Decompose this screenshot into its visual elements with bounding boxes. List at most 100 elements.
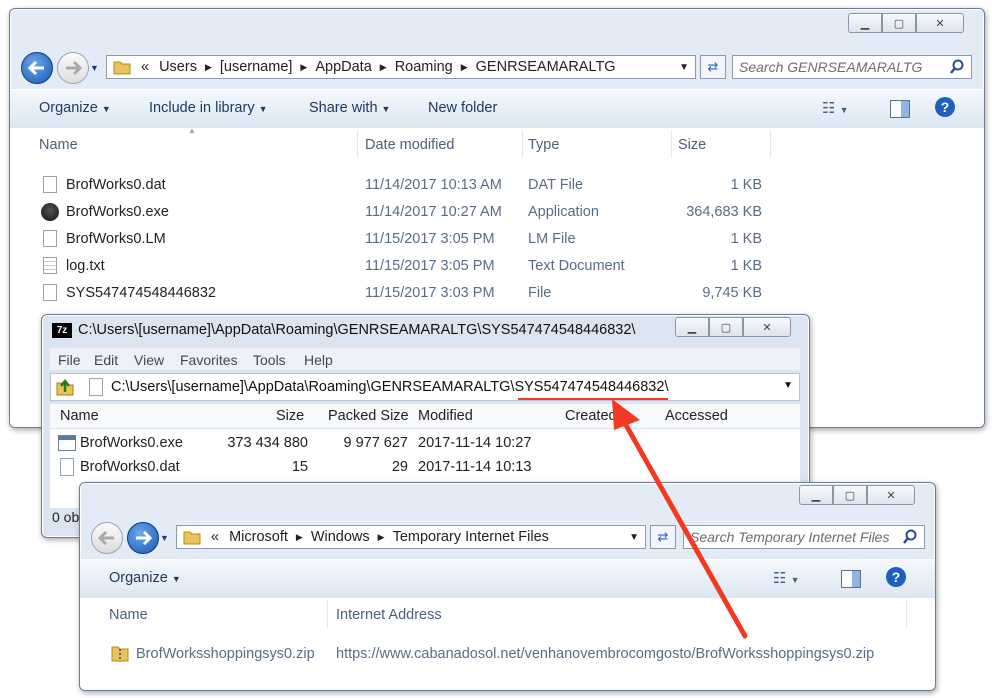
organize-button[interactable]: Organize ▼ [109,570,181,586]
column-divider[interactable] [327,600,328,628]
include-in-library-button[interactable]: Include in library ▼ [149,100,268,116]
archive-file-name: BrofWorks0.exe [80,435,183,451]
forward-button[interactable] [127,522,159,554]
help-icon[interactable]: ? [935,97,955,117]
column-header-name[interactable]: Name [39,137,78,153]
zip-folder-icon [111,646,129,662]
menu-favorites[interactable]: Favorites [180,352,238,368]
column-divider[interactable] [770,130,771,158]
breadcrumb-separator-icon[interactable]: ▶ [461,62,468,73]
minimize-button[interactable]: ▁ [848,13,882,33]
view-options-icon[interactable]: ☷ ▼ [822,99,849,117]
search-placeholder: Search Temporary Internet Files [690,529,890,545]
breadcrumb-separator-icon[interactable]: ▶ [378,532,385,543]
menu-edit[interactable]: Edit [94,352,118,368]
table-row[interactable]: BrofWorks0.dat 11/14/2017 10:13 AM DAT F… [10,172,790,199]
column-divider[interactable] [671,130,672,158]
preview-pane-icon[interactable] [890,100,910,118]
breadcrumb-username[interactable]: [username] [220,59,293,75]
column-header-internet-address[interactable]: Internet Address [336,607,442,623]
help-icon[interactable]: ? [886,567,906,587]
close-button[interactable]: ✕ [867,485,915,505]
breadcrumb-users[interactable]: Users [159,59,197,75]
search-icon [902,529,918,545]
table-row[interactable]: BrofWorksshoppingsys0.zip https://www.ca… [80,640,920,668]
menu-help[interactable]: Help [304,352,333,368]
table-row[interactable]: BrofWorks0.exe 373 434 880 9 977 627 201… [50,432,800,456]
path-prefix: C:\Users\[username]\AppData\Roaming\GENR… [111,379,515,395]
breadcrumb-roaming[interactable]: Roaming [395,59,453,75]
maximize-button[interactable]: ▢ [882,13,916,33]
search-input[interactable]: Search Temporary Internet Files [683,525,925,549]
address-dropdown-icon[interactable]: ▼ [629,532,639,543]
file-icon [89,378,103,396]
minimize-button[interactable]: ▁ [799,485,833,505]
address-bar[interactable]: « Microsoft ▶ Windows ▶ Temporary Internet… [176,525,646,549]
path-suffix: \ [664,379,669,395]
table-row[interactable]: BrofWorks0.LM 11/15/2017 3:05 PM LM File… [10,226,790,253]
breadcrumb-overflow[interactable]: « [211,529,219,545]
column-header-size[interactable]: Size [276,408,304,424]
menu-tools[interactable]: Tools [253,352,286,368]
column-divider[interactable] [906,600,907,628]
path-input[interactable]: C:\Users\[username]\AppData\Roaming\GENR… [89,376,793,398]
column-header-size[interactable]: Size [678,137,706,153]
maximize-button[interactable]: ▢ [833,485,867,505]
path-dropdown-icon[interactable]: ▼ [783,380,793,391]
address-bar[interactable]: « Users ▶ [username] ▶ AppData ▶ Roaming ▶ G… [106,55,696,79]
column-header-created[interactable]: Created [565,408,617,424]
command-bar: Organize ▼ ☷ ▼ ? [80,559,935,599]
organize-label: Organize [39,100,98,116]
breadcrumb-overflow[interactable]: « [141,59,149,75]
column-header-name[interactable]: Name [60,408,99,424]
table-row[interactable]: log.txt 11/15/2017 3:05 PM Text Document… [10,253,790,280]
column-header-accessed[interactable]: Accessed [665,408,728,424]
breadcrumb-separator-icon[interactable]: ▶ [380,62,387,73]
share-with-button[interactable]: Share with ▼ [309,100,390,116]
table-row[interactable]: BrofWorks0.exe 11/14/2017 10:27 AM Appli… [10,199,790,226]
breadcrumb-windows[interactable]: Windows [311,529,370,545]
close-button[interactable]: ✕ [916,13,964,33]
dropdown-arrow-icon: ▼ [101,104,111,114]
refresh-button[interactable]: ⇄ [650,525,676,549]
breadcrumb-separator-icon[interactable]: ▶ [300,62,307,73]
column-divider[interactable] [522,130,523,158]
file-size: 1 KB [730,231,762,247]
archive-file-size: 373 434 880 [227,435,308,451]
column-header-modified[interactable]: Modified [418,408,473,424]
organize-button[interactable]: Organize ▼ [39,100,111,116]
breadcrumb-separator-icon[interactable]: ▶ [205,62,212,73]
column-header-date[interactable]: Date modified [365,137,454,153]
new-folder-button[interactable]: New folder [428,100,497,116]
recent-pages-dropdown[interactable]: ▼ [90,63,99,73]
refresh-button[interactable]: ⇄ [700,55,726,79]
back-button[interactable] [21,52,53,84]
dropdown-arrow-icon: ▼ [258,104,268,114]
caption-buttons: ▁ ▢ ✕ [675,317,791,337]
column-header-packed-size[interactable]: Packed Size [328,408,409,424]
breadcrumb-temporary-internet-files[interactable]: Temporary Internet Files [393,529,549,545]
breadcrumb-microsoft[interactable]: Microsoft [229,529,288,545]
forward-button[interactable] [57,52,89,84]
maximize-button[interactable]: ▢ [709,317,743,337]
address-dropdown-icon[interactable]: ▼ [679,62,689,73]
up-folder-icon[interactable] [56,378,74,396]
breadcrumb-separator-icon[interactable]: ▶ [296,532,303,543]
view-options-icon[interactable]: ☷ ▼ [773,569,800,587]
preview-pane-icon[interactable] [841,570,861,588]
table-row[interactable]: BrofWorks0.dat 15 29 2017-11-14 10:13 [50,456,800,480]
menu-file[interactable]: File [58,352,81,368]
search-input[interactable]: Search GENRSEAMARALTG [732,55,972,79]
column-header-name[interactable]: Name [109,607,148,623]
breadcrumb-genrseamaraltg[interactable]: GENRSEAMARALTG [476,59,616,75]
back-button[interactable] [91,522,123,554]
column-divider[interactable] [357,130,358,158]
breadcrumb-appdata[interactable]: AppData [315,59,371,75]
menu-view[interactable]: View [134,352,164,368]
minimize-button[interactable]: ▁ [675,317,709,337]
file-icon [43,176,57,193]
column-header-type[interactable]: Type [528,137,559,153]
recent-pages-dropdown[interactable]: ▼ [160,533,169,543]
close-button[interactable]: ✕ [743,317,791,337]
table-row[interactable]: SYS547474548446832 11/15/2017 3:03 PM Fi… [10,280,790,307]
